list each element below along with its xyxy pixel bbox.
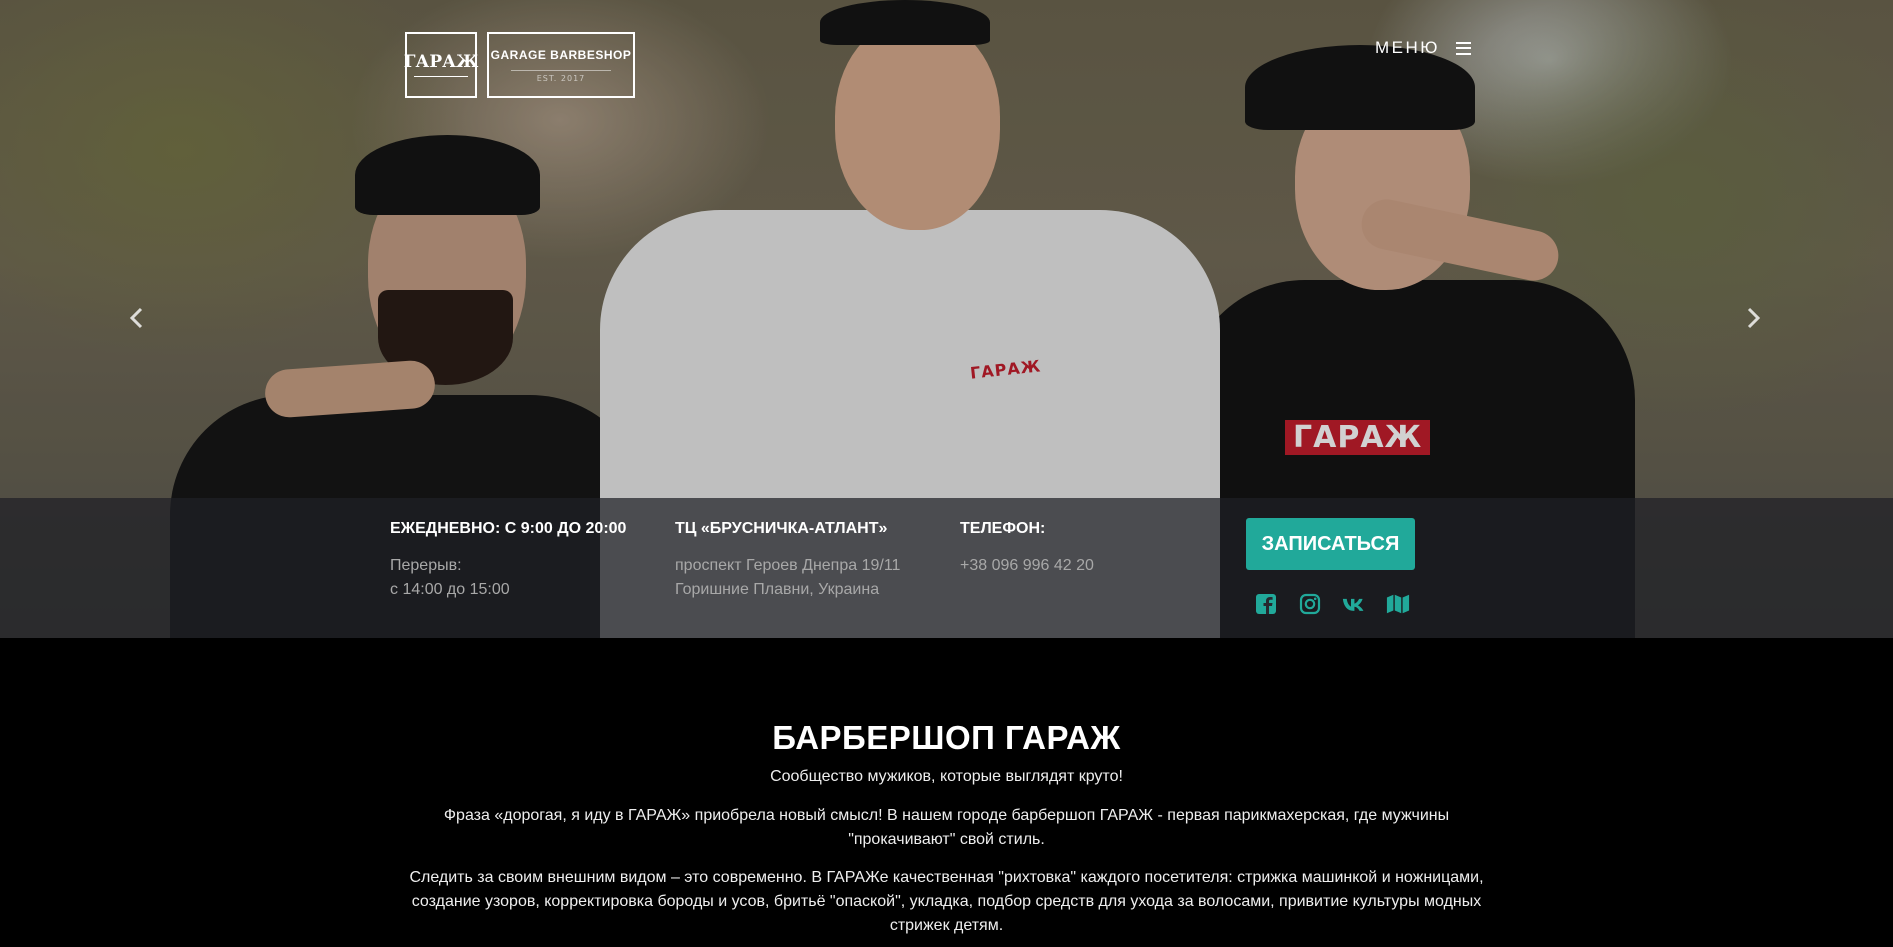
phone-number-link[interactable]: +38 096 996 42 20: [960, 554, 1094, 578]
instagram-icon[interactable]: [1298, 592, 1322, 616]
about-paragraph-1: Фраза «дорогая, я иду в ГАРАЖ» приобрела…: [443, 807, 1450, 848]
carousel-prev-arrow[interactable]: [122, 305, 152, 335]
about-title: БАРБЕРШОП ГАРАЖ: [772, 719, 1121, 756]
logo-name: GARAGE BARBESHOP: [490, 47, 632, 62]
logo-est: EST. 2017: [511, 69, 611, 83]
location-block: ТЦ «БРУСНИЧКА-АТЛАНТ» проспект Героев Дн…: [675, 520, 900, 602]
phone-block: ТЕЛЕФОН: +38 096 996 42 20: [960, 520, 1094, 578]
location-city: Горишние Плавни, Украина: [675, 581, 880, 598]
logo-wordmark: GARAGE BARBESHOP EST. 2017: [487, 32, 635, 98]
phone-title: ТЕЛЕФОН:: [960, 520, 1046, 537]
about-subtitle: Сообщество мужиков, которые выглядят кру…: [770, 768, 1123, 785]
logo-badge-text: ГАРАЖ: [403, 52, 479, 72]
menu-label: МЕНЮ: [1375, 38, 1440, 57]
chevron-right-icon: [1747, 307, 1761, 329]
carousel-next-arrow[interactable]: [1738, 305, 1768, 335]
about-paragraph-2: Следить за своим внешним видом – это сов…: [409, 869, 1484, 934]
menu-button[interactable]: МЕНЮ: [1375, 38, 1471, 58]
social-links: [1254, 592, 1410, 616]
facebook-icon[interactable]: [1254, 592, 1278, 616]
map-icon[interactable]: [1386, 592, 1410, 616]
hours-break-time: с 14:00 до 15:00: [390, 581, 510, 598]
chevron-left-icon: [129, 307, 143, 329]
vk-icon[interactable]: [1342, 592, 1366, 616]
hours-block: ЕЖЕДНЕВНО: С 9:00 ДО 20:00 Перерыв: с 14…: [390, 520, 626, 602]
book-appointment-button[interactable]: ЗАПИСАТЬСЯ: [1246, 518, 1415, 570]
location-address: проспект Героев Днепра 19/11: [675, 557, 901, 574]
hours-title: ЕЖЕДНЕВНО: С 9:00 ДО 20:00: [390, 520, 627, 537]
info-bar: ЕЖЕДНЕВНО: С 9:00 ДО 20:00 Перерыв: с 14…: [0, 498, 1893, 638]
hours-break-label: Перерыв:: [390, 557, 462, 574]
logo-badge: ГАРАЖ: [403, 32, 479, 98]
hamburger-icon: [1455, 41, 1471, 55]
about-section: БАРБЕРШОП ГАРАЖ Сообщество мужиков, кото…: [0, 638, 1893, 947]
hero-slider: ГАРАЖ ГАРАЖ ГАРАЖ GARAGE BARBESHOP EST. …: [0, 0, 1893, 638]
location-title: ТЦ «БРУСНИЧКА-АТЛАНТ»: [675, 520, 888, 537]
site-logo[interactable]: ГАРАЖ GARAGE BARBESHOP EST. 2017: [403, 32, 635, 98]
